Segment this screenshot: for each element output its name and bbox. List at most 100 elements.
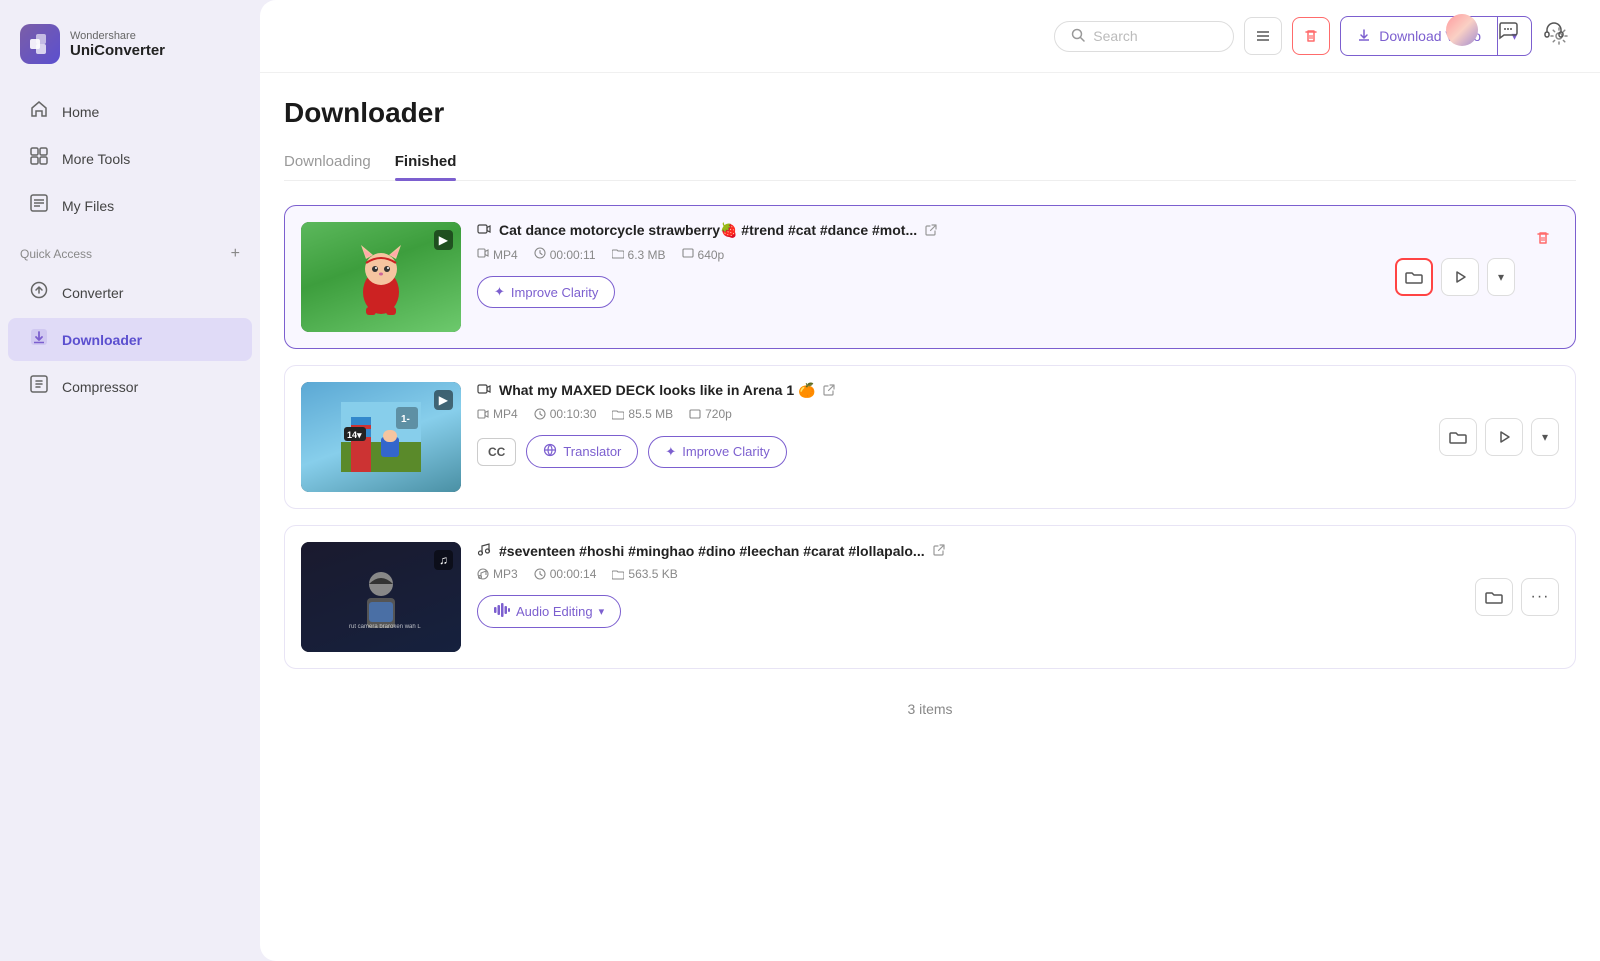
action-buttons-2: CC Translator ✦ Improve Clarity	[477, 435, 1559, 468]
media-title-3: #seventeen #hoshi #minghao #dino #leecha…	[477, 542, 1559, 559]
sidebar-item-converter-label: Converter	[62, 285, 123, 301]
downloader-icon	[28, 328, 50, 351]
quick-access-add-button[interactable]: +	[231, 245, 240, 263]
resolution-1: 640p	[682, 247, 725, 262]
external-link-icon-3[interactable]	[933, 543, 945, 559]
more-button-2[interactable]: ▾	[1531, 418, 1559, 456]
logo-icon	[20, 24, 60, 64]
page-title: Downloader	[284, 73, 1576, 145]
sidebar-item-my-files-label: My Files	[62, 198, 114, 214]
chevron-down-icon-1: ▾	[1498, 270, 1504, 284]
video-icon-1	[477, 247, 489, 262]
content-area: Downloader Downloading Finished	[260, 73, 1600, 961]
folder-button-2[interactable]	[1439, 418, 1477, 456]
external-link-icon-2[interactable]	[823, 383, 835, 399]
more-tools-icon	[28, 147, 50, 170]
format-3: MP3	[477, 567, 518, 581]
cc-button-2[interactable]: CC	[477, 438, 516, 466]
title-text-1: Cat dance motorcycle strawberry🍓 #trend …	[499, 222, 917, 239]
convert-button-1[interactable]	[1441, 258, 1479, 296]
sidebar-item-my-files[interactable]: My Files	[8, 184, 252, 227]
folder-icon-1-meta	[612, 247, 624, 262]
format-1: MP4	[477, 247, 518, 262]
thumbnail-1: ▶	[301, 222, 461, 332]
media-title-1: Cat dance motorcycle strawberry🍓 #trend …	[477, 222, 1559, 239]
sidebar-item-converter[interactable]: Converter	[8, 271, 252, 314]
sidebar-item-more-tools-label: More Tools	[62, 151, 130, 167]
title-text-3: #seventeen #hoshi #minghao #dino #leecha…	[499, 543, 925, 559]
tab-downloading[interactable]: Downloading	[284, 145, 371, 180]
folder-button-3[interactable]	[1475, 578, 1513, 616]
chevron-down-icon-2: ▾	[1542, 430, 1548, 444]
sidebar-item-more-tools[interactable]: More Tools	[8, 137, 252, 180]
svg-text:rut camera braroken wah LETHAL: rut camera braroken wah LETHAL..	[349, 624, 421, 630]
more-options-button-3[interactable]: ···	[1521, 578, 1559, 616]
media-meta-2: MP4 00:10:30 85.5 MB	[477, 407, 1559, 421]
items-count: 3 items	[284, 685, 1576, 717]
thumbnail-2: 14▾ 1- ▶	[301, 382, 461, 492]
logo-text: Wondershare UniConverter	[70, 30, 165, 59]
clarity-icon-1: ✦	[494, 284, 505, 300]
action-buttons-3: Audio Editing ▾	[477, 595, 1559, 628]
sidebar-item-compressor-label: Compressor	[62, 379, 138, 395]
improve-clarity-button-1[interactable]: ✦ Improve Clarity	[477, 276, 615, 308]
brand-name: Wondershare	[70, 30, 165, 42]
filesize-1: 6.3 MB	[612, 247, 666, 262]
external-link-icon-1[interactable]	[925, 223, 937, 239]
media-meta-3: MP3 00:00:14 563.5 KB	[477, 567, 1559, 581]
media-item-2: 14▾ 1- ▶ What my MAXED	[284, 365, 1576, 509]
more-dots-icon-3: ···	[1531, 588, 1550, 606]
media-title-2: What my MAXED DECK looks like in Arena 1…	[477, 382, 1559, 399]
quick-access-label: Quick Access	[20, 247, 92, 261]
sidebar-item-downloader-label: Downloader	[62, 332, 142, 348]
delete-all-button[interactable]	[1292, 17, 1330, 55]
filesize-2: 85.5 MB	[612, 407, 673, 421]
toolbar: Search	[260, 0, 1600, 73]
convert-button-2[interactable]	[1485, 418, 1523, 456]
translator-button-2[interactable]: Translator	[526, 435, 638, 468]
search-box[interactable]: Search	[1054, 21, 1234, 52]
sidebar-item-compressor[interactable]: Compressor	[8, 365, 252, 408]
my-files-icon	[28, 194, 50, 217]
main-content: Search	[260, 0, 1600, 961]
quick-access-header: Quick Access +	[0, 229, 260, 269]
list-view-button[interactable]	[1244, 17, 1282, 55]
music-icon-3	[477, 542, 491, 559]
folder-button-1[interactable]	[1395, 258, 1433, 296]
thumbnail-3: rut camera braroken wah LETHAL.. ♫	[301, 542, 461, 652]
more-button-1[interactable]: ▾	[1487, 258, 1515, 296]
media-info-3: #seventeen #hoshi #minghao #dino #leecha…	[477, 542, 1559, 628]
headphone-icon[interactable]	[1538, 14, 1570, 46]
user-avatar[interactable]	[1446, 14, 1478, 46]
resolution-icon-1	[682, 247, 694, 262]
chat-icon[interactable]	[1492, 14, 1524, 46]
tabs: Downloading Finished	[284, 145, 1576, 181]
video-cam-icon-2	[477, 382, 491, 399]
media-info-2: What my MAXED DECK looks like in Arena 1…	[477, 382, 1559, 468]
sidebar: Wondershare UniConverter Home More Tools	[0, 0, 260, 961]
video-type-icon-1: ▶	[434, 230, 453, 250]
resolution-2: 720p	[689, 407, 732, 421]
improve-clarity-button-2[interactable]: ✦ Improve Clarity	[648, 436, 786, 468]
sidebar-item-home-label: Home	[62, 104, 99, 120]
filesize-3: 563.5 KB	[612, 567, 677, 581]
audio-editing-button-3[interactable]: Audio Editing ▾	[477, 595, 621, 628]
duration-1: 00:00:11	[534, 247, 596, 262]
sidebar-item-home[interactable]: Home	[8, 90, 252, 133]
duration-2: 00:10:30	[534, 407, 597, 421]
svg-text:1-: 1-	[401, 414, 410, 425]
video-type-icon-2: ▶	[434, 390, 453, 410]
tab-finished[interactable]: Finished	[395, 145, 457, 180]
home-icon	[28, 100, 50, 123]
item-delete-button-1[interactable]	[1527, 222, 1559, 254]
audio-wave-icon-3	[494, 603, 510, 620]
download-icon	[1357, 28, 1371, 45]
converter-icon	[28, 281, 50, 304]
duration-3: 00:00:14	[534, 567, 597, 581]
compressor-icon	[28, 375, 50, 398]
audio-editing-dropdown-3[interactable]: ▾	[599, 605, 605, 618]
search-icon	[1071, 28, 1085, 45]
svg-text:14▾: 14▾	[347, 430, 362, 440]
video-cam-icon-1	[477, 222, 491, 239]
sidebar-item-downloader[interactable]: Downloader	[8, 318, 252, 361]
